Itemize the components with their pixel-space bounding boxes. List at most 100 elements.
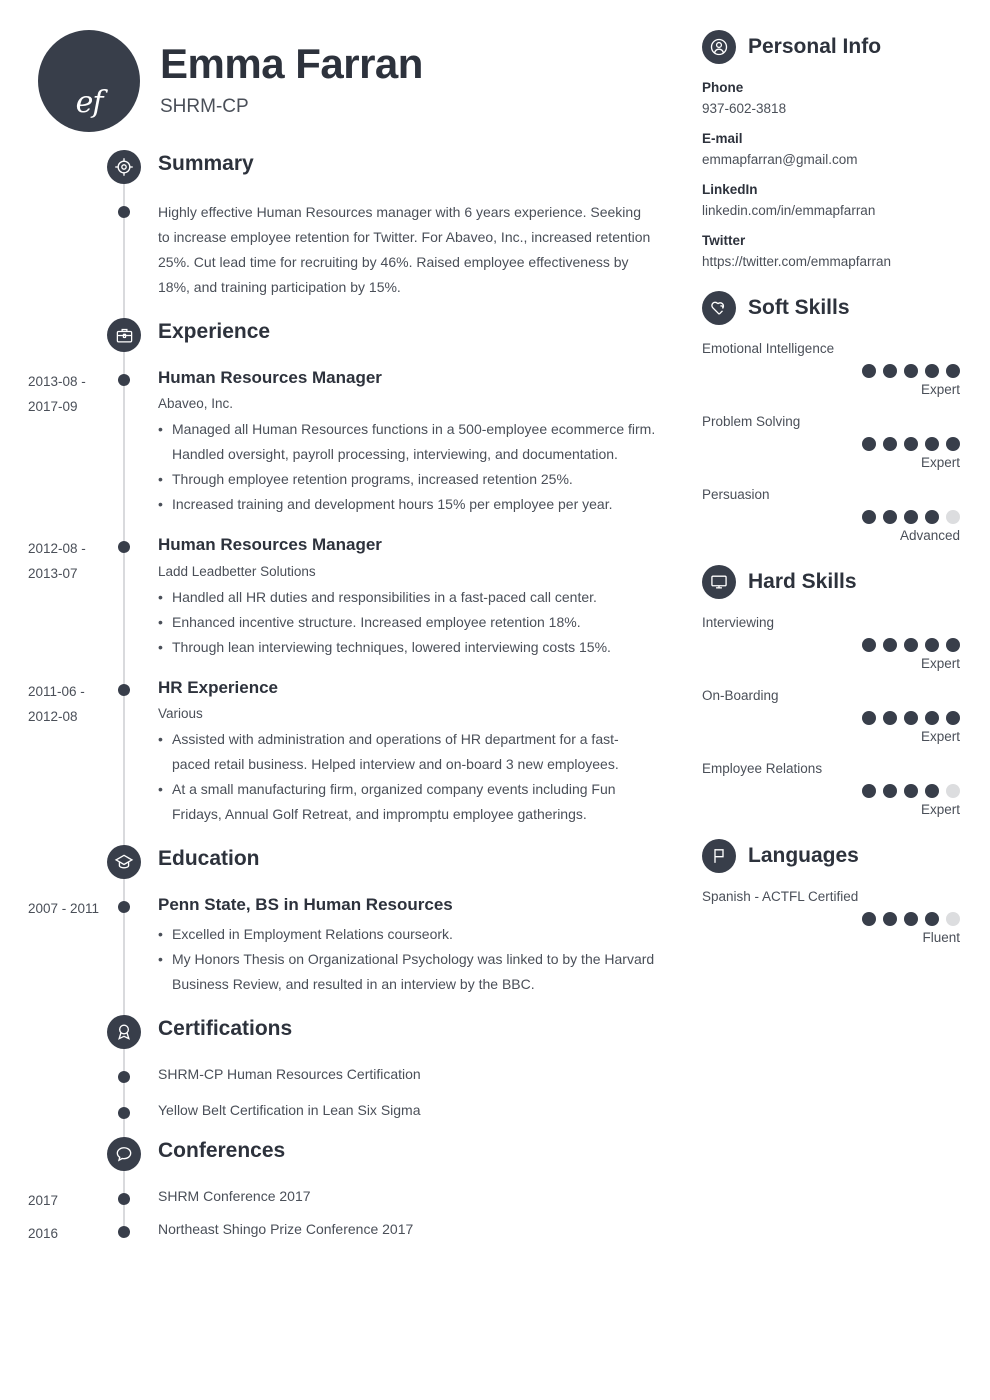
rating-dot — [883, 364, 897, 378]
sidebar-section-personal-info: Personal Info Phone 937-602-3818 E-mail emm… — [702, 30, 960, 269]
contact-value[interactable]: 937-602-3818 — [702, 101, 960, 116]
entry-bullet: Excelled in Employment Relations courseo… — [158, 922, 656, 947]
rating-dot — [904, 711, 918, 725]
entry-bullet: Handled all HR duties and responsibiliti… — [158, 585, 656, 610]
entry-organization: Ladd Leadbetter Solutions — [158, 563, 316, 579]
award-ribbon-icon — [107, 1014, 141, 1049]
skill-name: Problem Solving — [702, 414, 801, 429]
contact-value[interactable]: https://twitter.com/emmapfarran — [702, 254, 960, 269]
briefcase-icon — [107, 318, 141, 352]
rating-dot — [904, 912, 918, 926]
entry-bullet-list: Handled all HR duties and responsibiliti… — [158, 585, 656, 660]
skill-item: Emotional Intelligence Expert — [702, 341, 960, 397]
rating-dot — [862, 711, 876, 725]
page-title: Emma Farran — [160, 40, 423, 87]
resume-page: ef Emma Farran SHRM-CP Summary Highly ef… — [0, 0, 990, 1400]
timeline-entry: 2016 Northeast Shingo Prize Conference 20… — [0, 1220, 690, 1242]
timeline-dot — [118, 206, 130, 218]
rating-dot — [946, 364, 960, 378]
section-summary: Summary Highly effective Human Resources… — [0, 150, 690, 300]
entry-title: Human Resources Manager — [158, 535, 382, 555]
entry-date: 2013-08 - 2017-09 — [28, 374, 86, 414]
skill-level-label: Expert — [920, 802, 960, 817]
section-header-certifications: Certifications — [0, 1014, 690, 1059]
rating-dot — [904, 638, 918, 652]
sidebar: Personal Info Phone 937-602-3818 E-mail emm… — [702, 30, 960, 967]
skill-item: Problem Solving Expert — [702, 414, 960, 470]
contact-item-list: Phone 937-602-3818 E-mail emmapfarran@gmail… — [702, 80, 960, 269]
summary-entry: Highly effective Human Resources manager… — [0, 200, 690, 300]
contact-label: Twitter — [702, 233, 746, 248]
section-title-conferences: Conferences — [158, 1138, 286, 1162]
skill-item: On-Boarding Expert — [702, 688, 960, 744]
contact-value[interactable]: emmapfarran@gmail.com — [702, 152, 960, 167]
sidebar-header-soft-skills: Soft Skills — [702, 291, 960, 325]
section-title-education: Education — [158, 847, 260, 871]
contact-item: Phone 937-602-3818 — [702, 80, 960, 116]
section-title-summary: Summary — [158, 152, 254, 175]
section-education: Education 2007 - 2011 Penn State, BS in H… — [0, 845, 690, 996]
section-header-education: Education — [0, 845, 690, 889]
sidebar-title-languages: Languages — [748, 844, 859, 867]
rating-dot — [925, 784, 939, 798]
section-header-conferences: Conferences — [0, 1136, 690, 1181]
heart-puzzle-icon — [702, 291, 736, 325]
rating-dot — [904, 437, 918, 451]
timeline-dot — [118, 1106, 130, 1119]
skill-name: Persuasion — [702, 487, 770, 502]
timeline-dot — [118, 683, 130, 696]
speech-bubble-icon — [107, 1136, 141, 1171]
header-subtitle: SHRM-CP — [160, 96, 249, 118]
skill-item: Spanish - ACTFL Certified Fluent — [702, 889, 960, 945]
section-certifications: Certifications SHRM-CP Human Resources C… — [0, 1014, 690, 1123]
sidebar-section-languages: Languages Spanish - ACTFL Certified Fluen… — [702, 839, 960, 945]
education-entry-list: 2007 - 2011 Penn State, BS in Human Resou… — [0, 895, 690, 996]
rating-dot — [862, 364, 876, 378]
entry-bullet: Through employee retention programs, inc… — [158, 467, 656, 492]
timeline-dot — [118, 374, 130, 386]
contact-item: LinkedIn linkedin.com/in/emmapfarran — [702, 182, 960, 218]
sidebar-header-personal-info: Personal Info — [702, 30, 960, 64]
section-header-experience: Experience — [0, 318, 690, 362]
entry-bullet: At a small manufacturing firm, organized… — [158, 777, 656, 827]
rating-dot — [904, 364, 918, 378]
rating-dot — [925, 437, 939, 451]
sidebar-title-personal-info: Personal Info — [748, 35, 882, 58]
rating-dot — [925, 510, 939, 524]
skill-level-label: Expert — [920, 656, 960, 671]
entry-date: 2016 — [28, 1225, 59, 1241]
entry-title: Penn State, BS in Human Resources — [158, 895, 453, 915]
entry-organization: Abaveo, Inc. — [158, 396, 234, 412]
entry-bullet-list: Managed all Human Resources functions in… — [158, 417, 656, 517]
entry-bullet: Enhanced incentive structure. Increased … — [158, 610, 656, 635]
timeline-entry: Yellow Belt Certification in Lean Six Si… — [0, 1101, 690, 1123]
contact-value[interactable]: linkedin.com/in/emmapfarran — [702, 203, 960, 218]
rating-dot — [946, 711, 960, 725]
skill-item: Persuasion Advanced — [702, 487, 960, 543]
entry-title: Human Resources Manager — [158, 368, 382, 387]
soft-skill-list: Emotional Intelligence Expert Problem Solv… — [702, 341, 960, 543]
resume-header: ef Emma Farran SHRM-CP — [38, 30, 423, 132]
experience-entry-list: 2013-08 - 2017-09 Human Resources Manager… — [0, 368, 690, 827]
section-title-certifications: Certifications — [158, 1016, 293, 1040]
contact-item: E-mail emmapfarran@gmail.com — [702, 131, 960, 167]
skill-item: Interviewing Expert — [702, 615, 960, 671]
contact-label: LinkedIn — [702, 182, 758, 197]
skill-name: Emotional Intelligence — [702, 341, 835, 356]
contact-label: Phone — [702, 80, 744, 95]
avatar: ef — [38, 30, 140, 132]
skill-name: Spanish - ACTFL Certified — [702, 889, 859, 904]
skill-rating-dots — [702, 364, 960, 378]
timeline-entry: SHRM-CP Human Resources Certification — [0, 1065, 690, 1087]
header-text-block: Emma Farran SHRM-CP — [160, 30, 423, 118]
rating-dot — [946, 638, 960, 652]
skill-rating-dots — [702, 912, 960, 926]
timeline-entry: 2007 - 2011 Penn State, BS in Human Resou… — [0, 895, 690, 996]
timeline-entry: 2013-08 - 2017-09 Human Resources Manager… — [0, 368, 690, 517]
contact-item: Twitter https://twitter.com/emmapfarran — [702, 233, 960, 269]
entry-date: 2011-06 - 2012-08 — [28, 683, 85, 724]
skill-rating-dots — [702, 510, 960, 524]
person-icon — [702, 30, 736, 64]
target-icon — [107, 150, 141, 184]
section-conferences: Conferences 2017 SHRM Conference 2017 2016… — [0, 1136, 690, 1242]
